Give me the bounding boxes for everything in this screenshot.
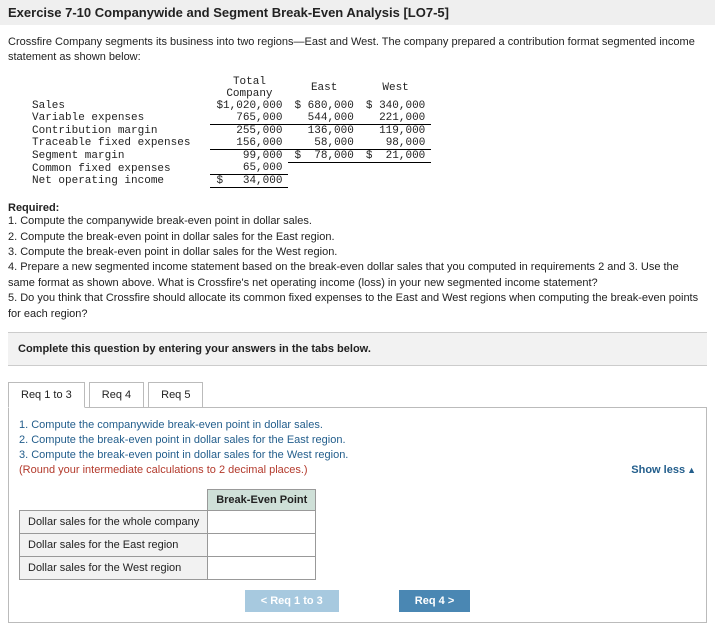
tab-instr-line2: 2. Compute the break-even point in dolla… [19, 433, 696, 448]
tab-instr-round: (Round your intermediate calculations to… [19, 463, 696, 478]
row-segmargin-east: $ 78,000 [288, 149, 359, 162]
row-trace-total: 156,000 [210, 137, 288, 150]
row-sales-west: $ 340,000 [360, 100, 431, 112]
row-cm-west: 119,000 [360, 124, 431, 137]
col-east: East [288, 76, 359, 100]
nav-next-label: Req 4 [415, 595, 445, 607]
answer-row-west-label: Dollar sales for the West region [20, 557, 208, 580]
row-varexp-label: Variable expenses [26, 112, 210, 125]
instruction-box: Complete this question by entering your … [8, 332, 707, 366]
row-varexp-total: 765,000 [210, 112, 288, 125]
row-segmargin-total: 99,000 [210, 149, 288, 162]
row-segmargin-label: Segment margin [26, 149, 210, 162]
row-common-label: Common fixed expenses [26, 162, 210, 175]
col-total: TotalCompany [210, 76, 288, 100]
exercise-title: Exercise 7-10 Companywide and Segment Br… [0, 0, 715, 25]
row-trace-label: Traceable fixed expenses [26, 137, 210, 150]
tab-content: 1. Compute the companywide break-even po… [8, 407, 707, 623]
nav-buttons: < Req 1 to 3 Req 4 > [19, 590, 696, 612]
tab-req-4[interactable]: Req 4 [89, 382, 144, 408]
row-noi-label: Net operating income [26, 175, 210, 188]
row-trace-west: 98,000 [360, 137, 431, 150]
tab-instr-line3: 3. Compute the break-even point in dolla… [19, 448, 696, 463]
row-sales-east: $ 680,000 [288, 100, 359, 112]
income-statement-table: TotalCompany East West Sales $1,020,000 … [26, 76, 431, 189]
nav-next-button[interactable]: Req 4 > [399, 590, 470, 612]
row-segmargin-west: $ 21,000 [360, 149, 431, 162]
row-noi-total: $ 34,000 [210, 175, 288, 188]
row-cm-east: 136,000 [288, 124, 359, 137]
tab-instr-line1: 1. Compute the companywide break-even po… [19, 418, 696, 433]
answer-table: Break-Even Point Dollar sales for the wh… [19, 489, 316, 580]
col-west: West [360, 76, 431, 100]
tab-instruction: 1. Compute the companywide break-even po… [19, 418, 696, 477]
row-cm-label: Contribution margin [26, 124, 210, 137]
chevron-left-icon: < [261, 595, 267, 607]
required-list: 1. Compute the companywide break-even po… [8, 214, 707, 322]
row-common-total: 65,000 [210, 162, 288, 175]
tab-req-1-to-3[interactable]: Req 1 to 3 [8, 382, 85, 408]
required-heading: Required: [8, 202, 707, 214]
answer-input-company[interactable] [208, 511, 316, 534]
row-trace-east: 58,000 [288, 137, 359, 150]
row-varexp-west: 221,000 [360, 112, 431, 125]
answer-header: Break-Even Point [208, 490, 316, 511]
chevron-right-icon: > [448, 595, 454, 607]
answer-row-company-label: Dollar sales for the whole company [20, 511, 208, 534]
intro-text: Crossfire Company segments its business … [8, 35, 707, 66]
show-less-toggle[interactable]: Show less [631, 464, 696, 476]
row-sales-total: $1,020,000 [210, 100, 288, 112]
row-cm-total: 255,000 [210, 124, 288, 137]
tabs-container: Req 1 to 3 Req 4 Req 5 [8, 382, 707, 408]
nav-prev-label: Req 1 to 3 [270, 595, 323, 607]
answer-input-west[interactable] [208, 557, 316, 580]
tab-req-5[interactable]: Req 5 [148, 382, 203, 408]
nav-prev-button[interactable]: < Req 1 to 3 [245, 590, 339, 612]
answer-input-east[interactable] [208, 534, 316, 557]
answer-row-east-label: Dollar sales for the East region [20, 534, 208, 557]
row-varexp-east: 544,000 [288, 112, 359, 125]
row-sales-label: Sales [26, 100, 210, 112]
